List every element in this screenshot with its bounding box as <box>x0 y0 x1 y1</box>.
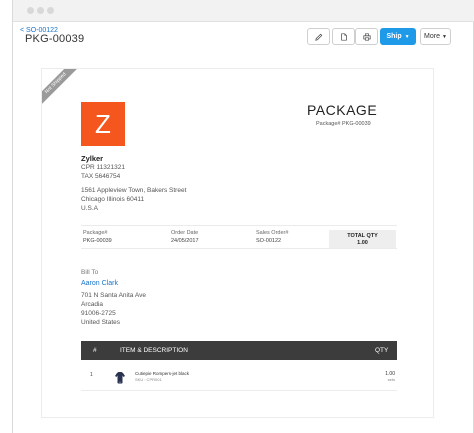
package-document: Not Shipped Z PACKAGE Package# PKG-00039… <box>41 68 434 418</box>
ship-button[interactable]: Ship ▼ <box>380 28 416 45</box>
window-maximize-dot[interactable] <box>47 7 54 14</box>
bill-to-label: Bill To <box>81 269 99 276</box>
sales-order-label: Sales Order# <box>256 230 289 236</box>
romper-icon <box>115 372 125 384</box>
document-title: PACKAGE <box>307 102 378 118</box>
bill-address-line4: United States <box>81 319 121 326</box>
ship-button-label: Ship <box>386 33 402 40</box>
item-sku: SKU : CPR001 <box>135 377 162 382</box>
pdf-button[interactable] <box>332 28 355 45</box>
items-table-header: # ITEM & DESCRIPTION QTY <box>81 341 397 360</box>
window-titlebar <box>12 0 474 22</box>
page-title: PKG-00039 <box>25 33 85 45</box>
col-item-description: ITEM & DESCRIPTION <box>120 347 188 354</box>
customer-name-link[interactable]: Aaron Clark <box>81 280 118 287</box>
total-qty-value: 1.00 <box>357 240 368 246</box>
order-date-label: Order Date <box>171 230 199 236</box>
row-number: 1 <box>90 372 93 378</box>
company-address-line3: U.S.A <box>81 205 98 212</box>
printer-icon <box>362 32 371 41</box>
package-value: PKG-00039 <box>83 238 112 244</box>
edit-button[interactable] <box>307 28 330 45</box>
sales-order-value: SO-00122 <box>256 238 282 244</box>
pdf-icon <box>340 32 347 41</box>
row-divider <box>81 390 397 391</box>
bill-address-line1: 701 N Santa Anita Ave <box>81 292 146 299</box>
company-tax: TAX 5646754 <box>81 173 121 180</box>
more-button[interactable]: More ▼ <box>420 28 451 45</box>
col-number: # <box>93 347 97 354</box>
chevron-down-icon: ▼ <box>404 33 410 40</box>
company-name: Zylker <box>81 154 104 163</box>
bill-address-line3: 91006-2725 <box>81 310 116 317</box>
chevron-down-icon: ▼ <box>442 33 447 40</box>
total-qty-box: TOTAL QTY 1.00 <box>329 230 396 248</box>
print-button[interactable] <box>355 28 378 45</box>
col-qty: QTY <box>375 347 389 354</box>
package-label: Package# <box>83 230 108 236</box>
company-logo: Z <box>81 102 125 146</box>
package-number: Package# PKG-00039 <box>316 121 371 127</box>
more-button-label: More <box>424 33 440 40</box>
company-cpr: CPR 11321321 <box>81 164 125 171</box>
window-close-dot[interactable] <box>27 7 34 14</box>
bill-address-line2: Arcadia <box>81 301 104 308</box>
window-minimize-dot[interactable] <box>37 7 44 14</box>
total-qty-label: TOTAL QTY <box>347 233 378 239</box>
order-date-value: 24/05/2017 <box>171 238 199 244</box>
company-address-line1: 1561 Appleview Town, Bakers Street <box>81 187 187 194</box>
item-name: Cutiepie Rompers-jet black <box>135 371 190 376</box>
item-unit: sets <box>387 377 395 382</box>
pencil-icon <box>314 33 322 41</box>
status-ribbon-label: Not Shipped <box>42 69 81 108</box>
status-ribbon: Not Shipped <box>42 69 82 109</box>
company-address-line2: Chicago Illinois 60411 <box>81 196 145 203</box>
